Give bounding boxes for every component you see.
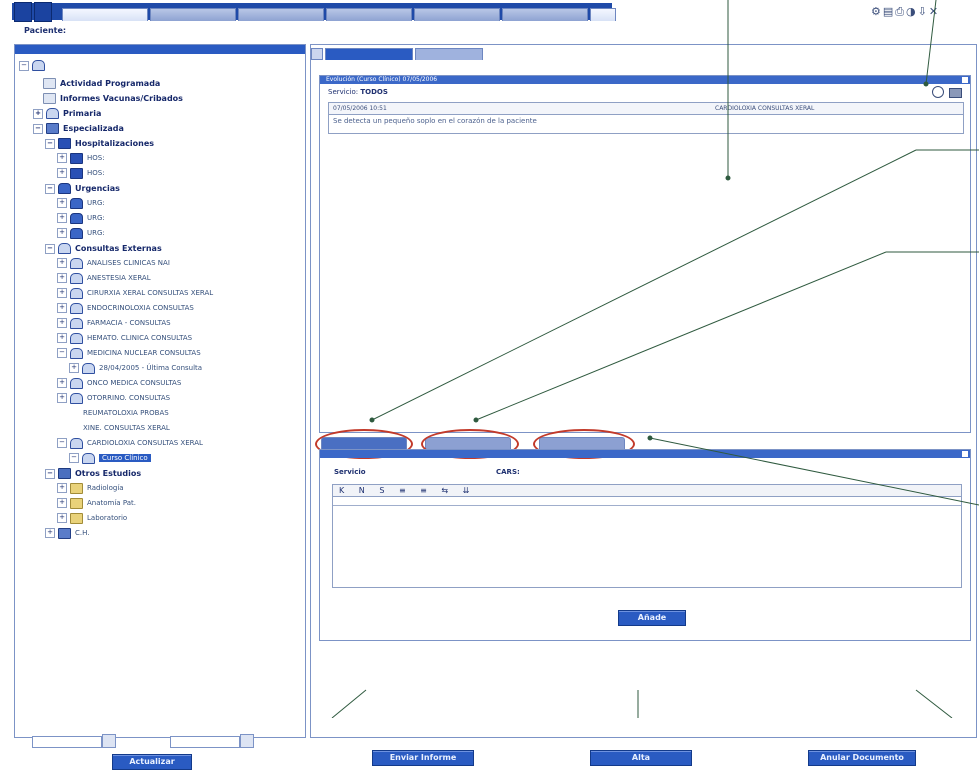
date-from-field[interactable] [32,736,102,748]
calendar-icon[interactable] [102,734,116,748]
update-button[interactable]: Actualizar [112,754,192,770]
callout-lines [331,0,979,718]
send-report-button[interactable]: Enviar Informe [372,750,474,766]
cancel-document-button[interactable]: Anular Documento [808,750,916,766]
discharge-button[interactable]: Alta [590,750,692,766]
date-to-field[interactable] [170,736,240,748]
calendar-icon[interactable] [240,734,254,748]
